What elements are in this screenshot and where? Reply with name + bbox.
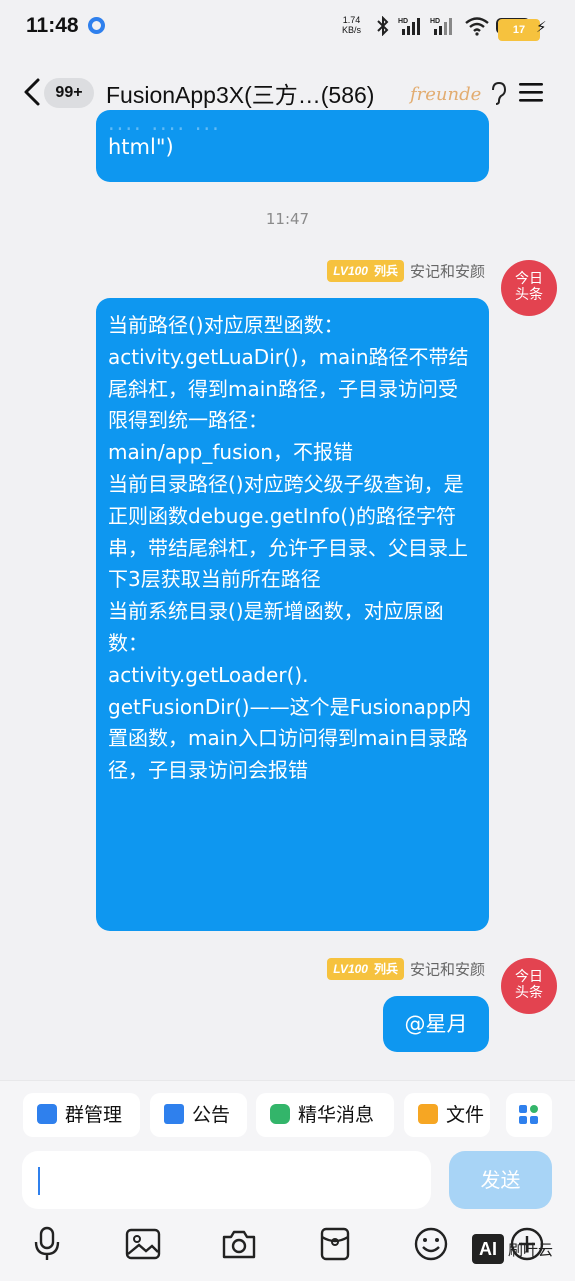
sender-name: 安记和安颜 xyxy=(409,262,485,281)
message-input[interactable] xyxy=(22,1151,431,1209)
brand-logo: freunde xyxy=(410,84,482,105)
text-cursor xyxy=(38,1167,40,1195)
watermark-text: 刷叶云 xyxy=(508,1240,554,1259)
message-bubble-mention[interactable]: @星月 xyxy=(383,996,489,1052)
battery-level: 17 xyxy=(498,19,540,41)
send-button[interactable]: 发送 xyxy=(449,1151,552,1209)
battery-icon: 17 xyxy=(496,18,540,41)
group-manage-icon xyxy=(37,1104,57,1124)
announcement-button[interactable]: 公告 xyxy=(150,1093,247,1137)
signal-hd-2-icon: HD xyxy=(430,18,452,35)
message-bubble-main[interactable]: 当前路径()对应原型函数： activity.getLuaDir()，main路… xyxy=(96,298,489,931)
sender-meta: LV100 列兵 安记和安颜 xyxy=(300,958,485,982)
more-apps-button[interactable] xyxy=(506,1093,552,1137)
message-bubble-previous[interactable]: ···· ···· ··· html") xyxy=(96,110,489,182)
message-timestamp: 11:47 xyxy=(265,210,310,228)
bluetooth-icon xyxy=(377,16,389,36)
emoji-icon[interactable] xyxy=(412,1225,450,1263)
avatar[interactable]: 今日 头条 xyxy=(501,260,557,316)
earpiece-mode-icon[interactable] xyxy=(488,80,508,106)
folder-icon xyxy=(418,1104,438,1124)
featured-messages-icon xyxy=(270,1104,290,1124)
featured-messages-button[interactable]: 精华消息 xyxy=(256,1093,394,1137)
apps-grid-icon xyxy=(519,1105,538,1124)
group-manage-button[interactable]: 群管理 xyxy=(23,1093,140,1137)
announcement-icon xyxy=(164,1104,184,1124)
status-time: 11:48 xyxy=(26,14,79,37)
watermark: AI 刷叶云 xyxy=(472,1234,553,1268)
level-badge: LV100 列兵 xyxy=(327,260,404,282)
level-badge: LV100 列兵 xyxy=(327,958,404,980)
menu-icon[interactable] xyxy=(518,80,544,104)
sender-name: 安记和安颜 xyxy=(409,960,485,979)
files-button[interactable]: 文件 xyxy=(404,1093,490,1137)
watermark-ai: AI xyxy=(472,1234,504,1264)
chat-title[interactable]: FusionApp3X(三方…(586) xyxy=(106,76,374,110)
microphone-icon[interactable] xyxy=(28,1225,66,1263)
camera-icon[interactable] xyxy=(220,1225,258,1263)
wifi-icon xyxy=(465,17,489,36)
signal-hd-1-icon: HD xyxy=(398,18,420,35)
charging-icon: ⚡ xyxy=(536,18,547,36)
network-speed: 1.74 KB/s xyxy=(342,15,362,35)
svg-text:HD: HD xyxy=(398,18,408,25)
image-icon[interactable] xyxy=(124,1225,162,1263)
svg-text:HD: HD xyxy=(430,18,440,25)
sender-meta: LV100 列兵 安记和安颜 xyxy=(300,260,485,284)
status-bar: 11:48 1.74 KB/s HD HD 17 ⚡ xyxy=(0,0,575,56)
unread-badge[interactable]: 99+ xyxy=(44,78,94,108)
avatar[interactable]: 今日 头条 xyxy=(501,958,557,1014)
app-notification-icon xyxy=(88,17,105,34)
red-packet-icon[interactable] xyxy=(316,1225,354,1263)
